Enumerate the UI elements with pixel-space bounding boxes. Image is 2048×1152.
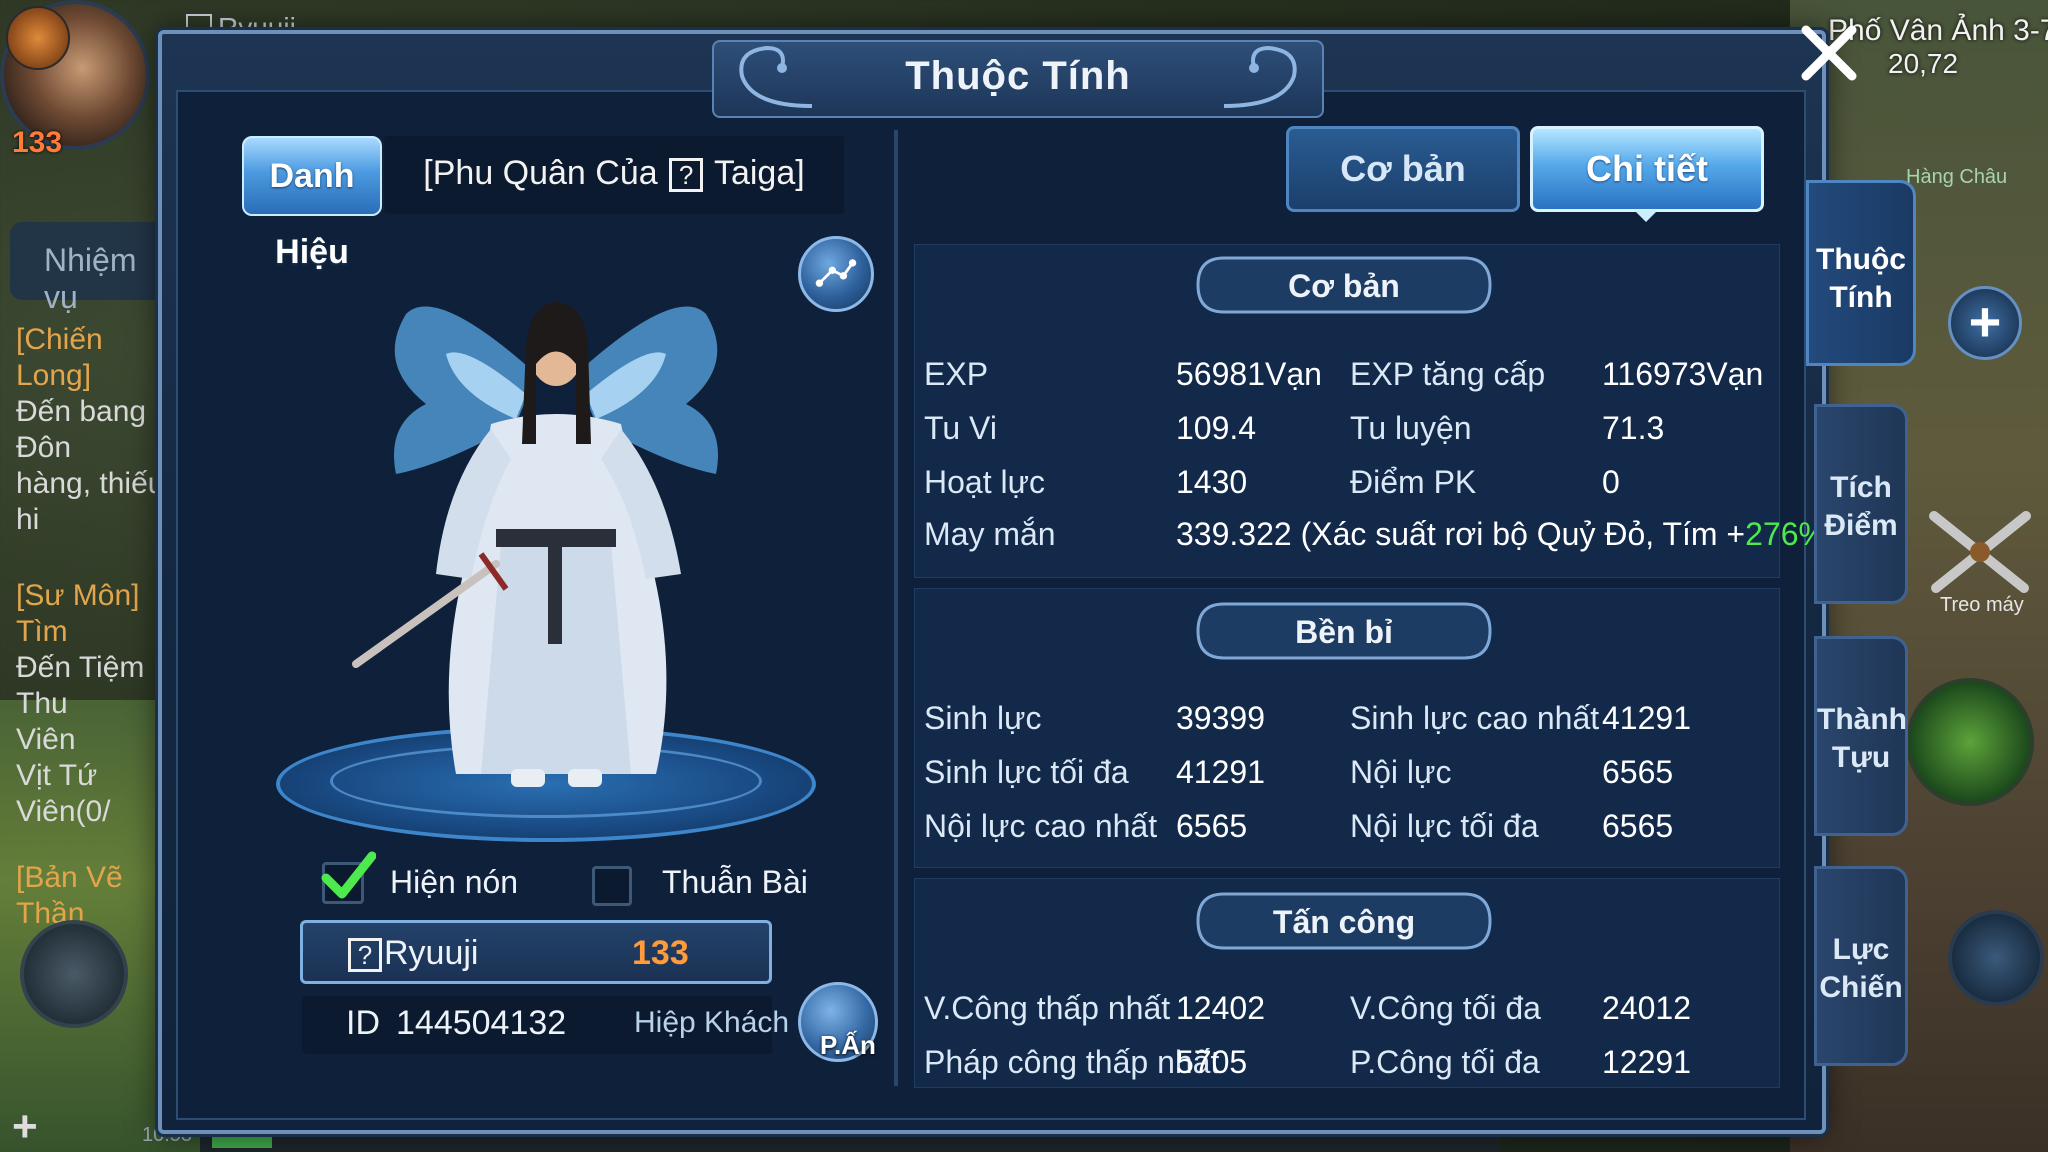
quest-list[interactable]: [Chiến Long] Đến bang Đôn hàng, thiếu hi… bbox=[16, 322, 166, 932]
stat-label: Sinh lực tối đa bbox=[924, 754, 1129, 790]
constellation-icon[interactable] bbox=[798, 236, 874, 312]
quest-title: [Chiến Long] bbox=[16, 323, 103, 392]
character-name: ? Ryuuji bbox=[346, 934, 478, 973]
stat-value: 12291 bbox=[1602, 1044, 1691, 1080]
side-tab-points[interactable]: Tích Điểm bbox=[1814, 404, 1908, 604]
id-value: 144504132 bbox=[396, 1004, 567, 1042]
unknown-glyph-icon: ? bbox=[669, 158, 704, 193]
stat-label: Hoạt lực bbox=[924, 464, 1046, 500]
stat-label: Nội lực bbox=[1350, 754, 1452, 790]
stat-label: Tu Vi bbox=[924, 410, 997, 446]
character-level: 133 bbox=[632, 934, 689, 972]
side-tab-label: Chiến bbox=[1819, 971, 1903, 1004]
stat-value: 6565 bbox=[1176, 808, 1248, 844]
stat-value: 41291 bbox=[1602, 700, 1691, 736]
side-tab-label: Tích bbox=[1830, 471, 1892, 504]
side-tab-label: Thuộc bbox=[1816, 243, 1906, 276]
panel-divider bbox=[894, 130, 898, 1086]
stat-label: P.Công tối đa bbox=[1350, 1044, 1540, 1080]
shield-visibility-label: Thuẫn Bài bbox=[662, 864, 808, 900]
character-model[interactable] bbox=[286, 244, 806, 814]
stat-label: EXP tăng cấp bbox=[1350, 356, 1546, 392]
stat-value: 24012 bbox=[1602, 990, 1691, 1026]
tab-detail[interactable]: Chi tiết bbox=[1530, 126, 1764, 212]
luck-label: May mắn bbox=[924, 516, 1056, 552]
quest-text: Vịt Tứ Viên(0/ bbox=[16, 759, 111, 828]
stat-value: 1430 bbox=[1176, 464, 1248, 500]
luck-value-text: 339.322 (Xác suất rơi bộ Quỷ Đỏ, Tím + bbox=[1176, 516, 1746, 552]
stat-label: Sinh lực bbox=[924, 700, 1042, 736]
seal-label: P.Ấn bbox=[820, 1030, 876, 1060]
exp-bar-fill bbox=[212, 1134, 272, 1148]
active-tab-pointer bbox=[1634, 210, 1658, 222]
side-tab-attributes[interactable]: Thuộc Tính bbox=[1806, 180, 1916, 366]
quest-title: [Sư Môn] Tìm bbox=[16, 579, 140, 648]
stat-value: 109.4 bbox=[1176, 410, 1257, 446]
title-suffix: Taiga] bbox=[713, 154, 805, 192]
section-basic-title: Cơ bản bbox=[1288, 268, 1400, 304]
player-level: 133 bbox=[12, 126, 63, 159]
side-tab-label: Tính bbox=[1829, 281, 1893, 314]
town-label: Hàng Châu bbox=[1906, 166, 2008, 188]
quest-tab[interactable]: Nhiệm vụ bbox=[10, 222, 170, 315]
stat-label: Nội lực cao nhất bbox=[924, 808, 1158, 844]
stat-label: Điểm PK bbox=[1350, 464, 1477, 500]
stat-value: 116973Vạn bbox=[1602, 356, 1764, 392]
stat-value: 12402 bbox=[1176, 990, 1265, 1026]
stat-value: 39399 bbox=[1176, 700, 1265, 736]
stat-label: V.Công thấp nhất bbox=[924, 990, 1171, 1026]
tab-basic[interactable]: Cơ bản bbox=[1286, 126, 1520, 212]
expand-plus-button[interactable]: + bbox=[1948, 286, 2022, 360]
id-label: ID bbox=[346, 1004, 380, 1042]
auto-play-label: Treo máy bbox=[1940, 594, 2024, 616]
stat-label: Tu luyện bbox=[1350, 410, 1472, 446]
side-tab-label: Lực bbox=[1832, 933, 1890, 966]
close-icon[interactable] bbox=[1796, 20, 1862, 86]
stat-value: 56981Vạn bbox=[1176, 356, 1322, 392]
side-tab-label: Điểm bbox=[1824, 509, 1898, 542]
pet-icon[interactable] bbox=[6, 6, 70, 70]
quest-text: Đến Tiệm Thu bbox=[16, 651, 145, 720]
character-name-text: Ryuuji bbox=[384, 934, 479, 972]
stat-value: 71.3 bbox=[1602, 410, 1665, 446]
quest-text: hàng, thiếu hi bbox=[16, 467, 165, 536]
side-tab-label: Tựu bbox=[1831, 741, 1891, 774]
stat-value: 0 bbox=[1602, 464, 1620, 500]
unknown-glyph-icon: ? bbox=[348, 938, 382, 973]
skill-button[interactable] bbox=[1906, 678, 2034, 806]
stat-label: EXP bbox=[924, 356, 989, 392]
side-tab-achievements[interactable]: Thành Tựu bbox=[1814, 636, 1908, 836]
stat-value: 6565 bbox=[1602, 754, 1674, 790]
quest-title: [Bản Vẽ Thần bbox=[16, 861, 123, 930]
plus-icon[interactable]: + bbox=[12, 1102, 38, 1152]
luck-value: 339.322 (Xác suất rơi bộ Quỷ Đỏ, Tím +27… bbox=[1176, 516, 1838, 553]
map-coordinates: 20,72 bbox=[1888, 48, 1959, 79]
stat-value: 5705 bbox=[1176, 1044, 1248, 1080]
shield-visibility-checkbox[interactable] bbox=[592, 866, 632, 906]
class-name: Hiệp Khách bbox=[634, 1006, 790, 1039]
title-tag-button[interactable]: Danh Hiệu bbox=[242, 136, 382, 271]
checkmark-icon bbox=[321, 851, 376, 899]
section-attack-title: Tấn công bbox=[1272, 904, 1416, 940]
stat-label: V.Công tối đa bbox=[1350, 990, 1541, 1026]
character-title[interactable]: [Phu Quân Của ? Taiga] bbox=[384, 154, 844, 193]
side-tab-label: Thành bbox=[1817, 703, 1907, 736]
side-tab-combat-power[interactable]: Lực Chiến bbox=[1814, 866, 1908, 1066]
title-prefix: [Phu Quân Của bbox=[423, 154, 658, 192]
mount-button[interactable] bbox=[20, 920, 128, 1028]
stat-value: 6565 bbox=[1602, 808, 1674, 844]
exp-bar bbox=[200, 1132, 1500, 1152]
hat-visibility-label: Hiện nón bbox=[390, 864, 519, 900]
stat-value: 41291 bbox=[1176, 754, 1265, 790]
dialog-title: Thuộc Tính bbox=[905, 54, 1131, 98]
section-durability-title: Bền bỉ bbox=[1295, 614, 1393, 650]
crossed-swords-icon[interactable] bbox=[1920, 506, 2040, 596]
stat-label: Sinh lực cao nhất bbox=[1350, 700, 1600, 736]
quest-text: Đến bang Đôn bbox=[16, 395, 147, 464]
stat-label: Nội lực tối đa bbox=[1350, 808, 1539, 844]
shield-skill-button[interactable] bbox=[1948, 910, 2044, 1006]
quest-text: Viên bbox=[16, 723, 76, 756]
